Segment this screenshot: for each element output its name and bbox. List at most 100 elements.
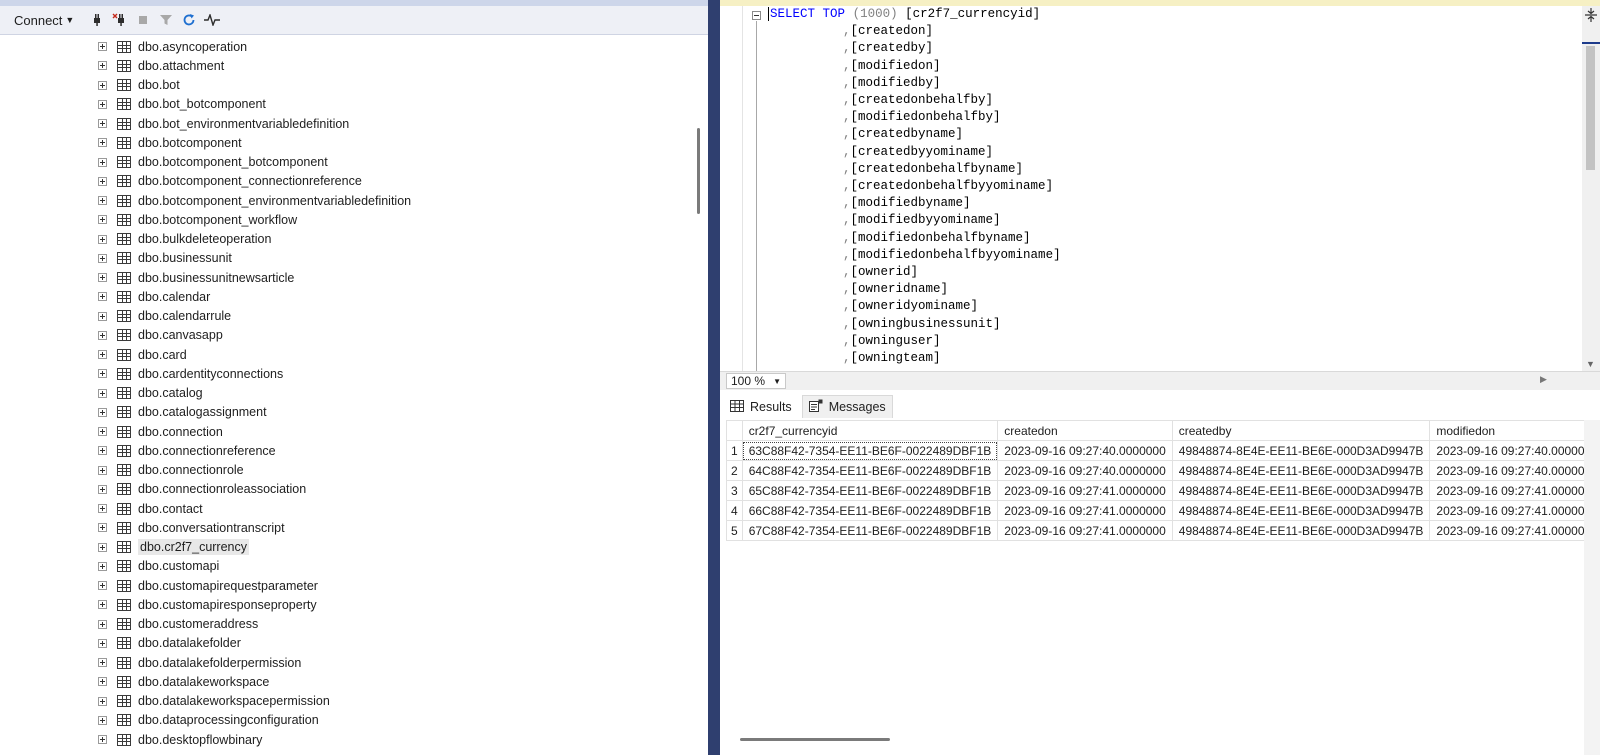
zoom-dropdown[interactable]: 100 % ▼	[726, 373, 786, 389]
grid-vertical-scrollbar[interactable]	[1584, 420, 1600, 755]
expand-plus-icon[interactable]	[98, 581, 107, 590]
column-header-cr2f7-currencyid[interactable]: cr2f7_currencyid	[741, 420, 999, 441]
sql-editor[interactable]: SELECT TOP (1000) [cr2f7_currencyid] ,[c…	[720, 6, 1582, 371]
expand-plus-icon[interactable]	[98, 61, 107, 71]
expand-plus-icon[interactable]	[98, 196, 107, 205]
row-number-cell[interactable]: 1	[726, 440, 743, 461]
row-number-header[interactable]	[726, 420, 743, 441]
tree-item[interactable]: dbo.cr2f7_currency	[98, 538, 250, 557]
row-number-cell[interactable]: 2	[726, 460, 743, 481]
expand-plus-icon[interactable]	[98, 561, 107, 571]
tree-item[interactable]: dbo.datalakeworkspacepermission	[98, 692, 330, 711]
expand-plus-icon[interactable]	[98, 369, 107, 379]
expand-plus-icon[interactable]	[98, 311, 107, 321]
expand-plus-icon[interactable]	[98, 600, 107, 610]
grid-cell[interactable]: 49848874-8E4E-EE11-BE6E-000D3AD9947B	[1171, 480, 1431, 501]
tree-item[interactable]: dbo.contact	[98, 499, 203, 518]
tree-item[interactable]: dbo.bot_environmentvariabledefinition	[98, 114, 349, 133]
expand-plus-icon[interactable]	[98, 253, 107, 263]
grid-cell[interactable]: 2023-09-16 09:27:41.00000	[1429, 520, 1584, 541]
tree-item[interactable]: dbo.bot_botcomponent	[98, 95, 266, 114]
tree-item[interactable]: dbo.botcomponent_botcomponent	[98, 153, 328, 172]
expand-plus-icon[interactable]	[98, 446, 107, 456]
collapse-region-icon[interactable]	[752, 11, 761, 20]
filter-icon[interactable]	[155, 10, 177, 30]
connect-plug-icon[interactable]	[86, 10, 108, 30]
expand-plus-icon[interactable]	[98, 350, 107, 359]
tree-vertical-scrollbar[interactable]	[690, 36, 708, 755]
expand-plus-icon[interactable]	[98, 157, 107, 167]
disconnect-icon[interactable]	[109, 10, 131, 30]
tree-item[interactable]: dbo.connectionroleassociation	[98, 480, 306, 499]
expand-plus-icon[interactable]	[98, 388, 107, 398]
tree-item[interactable]: dbo.connectionreference	[98, 441, 276, 460]
editor-scrollbar-thumb[interactable]	[1586, 46, 1595, 170]
scroll-down-icon[interactable]: ▼	[1586, 359, 1595, 369]
tree-item[interactable]: dbo.calendarrule	[98, 307, 231, 326]
tree-item[interactable]: dbo.catalogassignment	[98, 403, 267, 422]
tree-item[interactable]: dbo.customeraddress	[98, 615, 258, 634]
grid-cell[interactable]: 49848874-8E4E-EE11-BE6E-000D3AD9947B	[1171, 440, 1431, 461]
expand-plus-icon[interactable]	[98, 273, 107, 282]
scroll-right-icon[interactable]: ▶	[1540, 374, 1547, 385]
tree-item[interactable]: dbo.customapirequestparameter	[98, 576, 318, 595]
tree-item[interactable]: dbo.botcomponent	[98, 133, 242, 152]
grid-cell[interactable]: 66C88F42-7354-EE11-BE6F-0022489DBF1B	[741, 500, 999, 521]
expand-plus-icon[interactable]	[98, 696, 107, 706]
tree-item[interactable]: dbo.customapi	[98, 557, 219, 576]
expand-plus-icon[interactable]	[98, 677, 107, 687]
table-row[interactable]: 1 63C88F42-7354-EE11-BE6F-0022489DBF1B 202…	[726, 440, 1584, 461]
tree-item[interactable]: dbo.businessunit	[98, 249, 232, 268]
tree-item[interactable]: dbo.businessunitnewsarticle	[98, 268, 294, 287]
grid-horizontal-scrollbar-thumb[interactable]	[740, 738, 890, 741]
grid-cell[interactable]: 63C88F42-7354-EE11-BE6F-0022489DBF1B	[741, 440, 999, 461]
tree-item[interactable]: dbo.connection	[98, 422, 223, 441]
tree-item[interactable]: dbo.botcomponent_environmentvariabledefi…	[98, 191, 411, 210]
editor-vertical-scrollbar[interactable]: ▼	[1582, 6, 1600, 371]
tree-item[interactable]: dbo.bulkdeleteoperation	[98, 230, 271, 249]
expand-plus-icon[interactable]	[98, 715, 107, 725]
expand-plus-icon[interactable]	[98, 504, 107, 513]
expand-plus-icon[interactable]	[98, 658, 107, 667]
grid-cell[interactable]: 2023-09-16 09:27:41.0000000	[997, 520, 1173, 541]
grid-cell[interactable]: 49848874-8E4E-EE11-BE6E-000D3AD9947B	[1171, 460, 1431, 481]
column-header-createdby[interactable]: createdby	[1171, 420, 1431, 441]
tree-item[interactable]: dbo.bot	[98, 76, 180, 95]
expand-plus-icon[interactable]	[98, 138, 107, 148]
expand-plus-icon[interactable]	[98, 42, 107, 51]
row-number-cell[interactable]: 5	[726, 520, 743, 541]
activity-monitor-icon[interactable]	[201, 10, 223, 30]
grid-cell[interactable]: 2023-09-16 09:27:41.0000000	[997, 480, 1173, 501]
column-header-createdon[interactable]: createdon	[997, 420, 1173, 441]
expand-plus-icon[interactable]	[98, 99, 107, 109]
expand-plus-icon[interactable]	[98, 638, 107, 648]
stop-icon[interactable]	[132, 10, 154, 30]
tree-item[interactable]: dbo.customapiresponseproperty	[98, 595, 317, 614]
expand-plus-icon[interactable]	[98, 484, 107, 494]
tree-item[interactable]: dbo.asyncoperation	[98, 37, 247, 56]
table-row[interactable]: 3 65C88F42-7354-EE11-BE6F-0022489DBF1B 202…	[726, 480, 1584, 501]
expand-plus-icon[interactable]	[98, 215, 107, 225]
tree-item[interactable]: dbo.attachment	[98, 56, 224, 75]
grid-cell[interactable]: 2023-09-16 09:27:41.0000000	[997, 500, 1173, 521]
expand-plus-icon[interactable]	[98, 176, 107, 186]
grid-cell[interactable]: 2023-09-16 09:27:40.0000000	[997, 460, 1173, 481]
tree-item[interactable]: dbo.canvasapp	[98, 326, 223, 345]
grid-cell[interactable]: 65C88F42-7354-EE11-BE6F-0022489DBF1B	[741, 480, 999, 501]
results-grid[interactable]: cr2f7_currencyid createdon createdby mod…	[726, 420, 1584, 541]
grid-cell[interactable]: 64C88F42-7354-EE11-BE6F-0022489DBF1B	[741, 460, 999, 481]
table-row[interactable]: 5 67C88F42-7354-EE11-BE6F-0022489DBF1B 202…	[726, 520, 1584, 541]
grid-cell[interactable]: 2023-09-16 09:27:40.0000000	[997, 440, 1173, 461]
table-row[interactable]: 4 66C88F42-7354-EE11-BE6F-0022489DBF1B 202…	[726, 500, 1584, 521]
tree-item[interactable]: dbo.calendar	[98, 287, 210, 306]
row-number-cell[interactable]: 4	[726, 500, 743, 521]
connect-button[interactable]: Connect ▼	[14, 13, 74, 28]
grid-cell[interactable]: 2023-09-16 09:27:41.00000	[1429, 500, 1584, 521]
expand-plus-icon[interactable]	[98, 234, 107, 244]
tab-results[interactable]: Results	[724, 396, 798, 418]
tree-item[interactable]: dbo.conversationtranscript	[98, 518, 285, 537]
expand-plus-icon[interactable]	[98, 292, 107, 302]
expand-plus-icon[interactable]	[98, 80, 107, 90]
expand-plus-icon[interactable]	[98, 735, 107, 744]
expand-plus-icon[interactable]	[98, 119, 107, 128]
